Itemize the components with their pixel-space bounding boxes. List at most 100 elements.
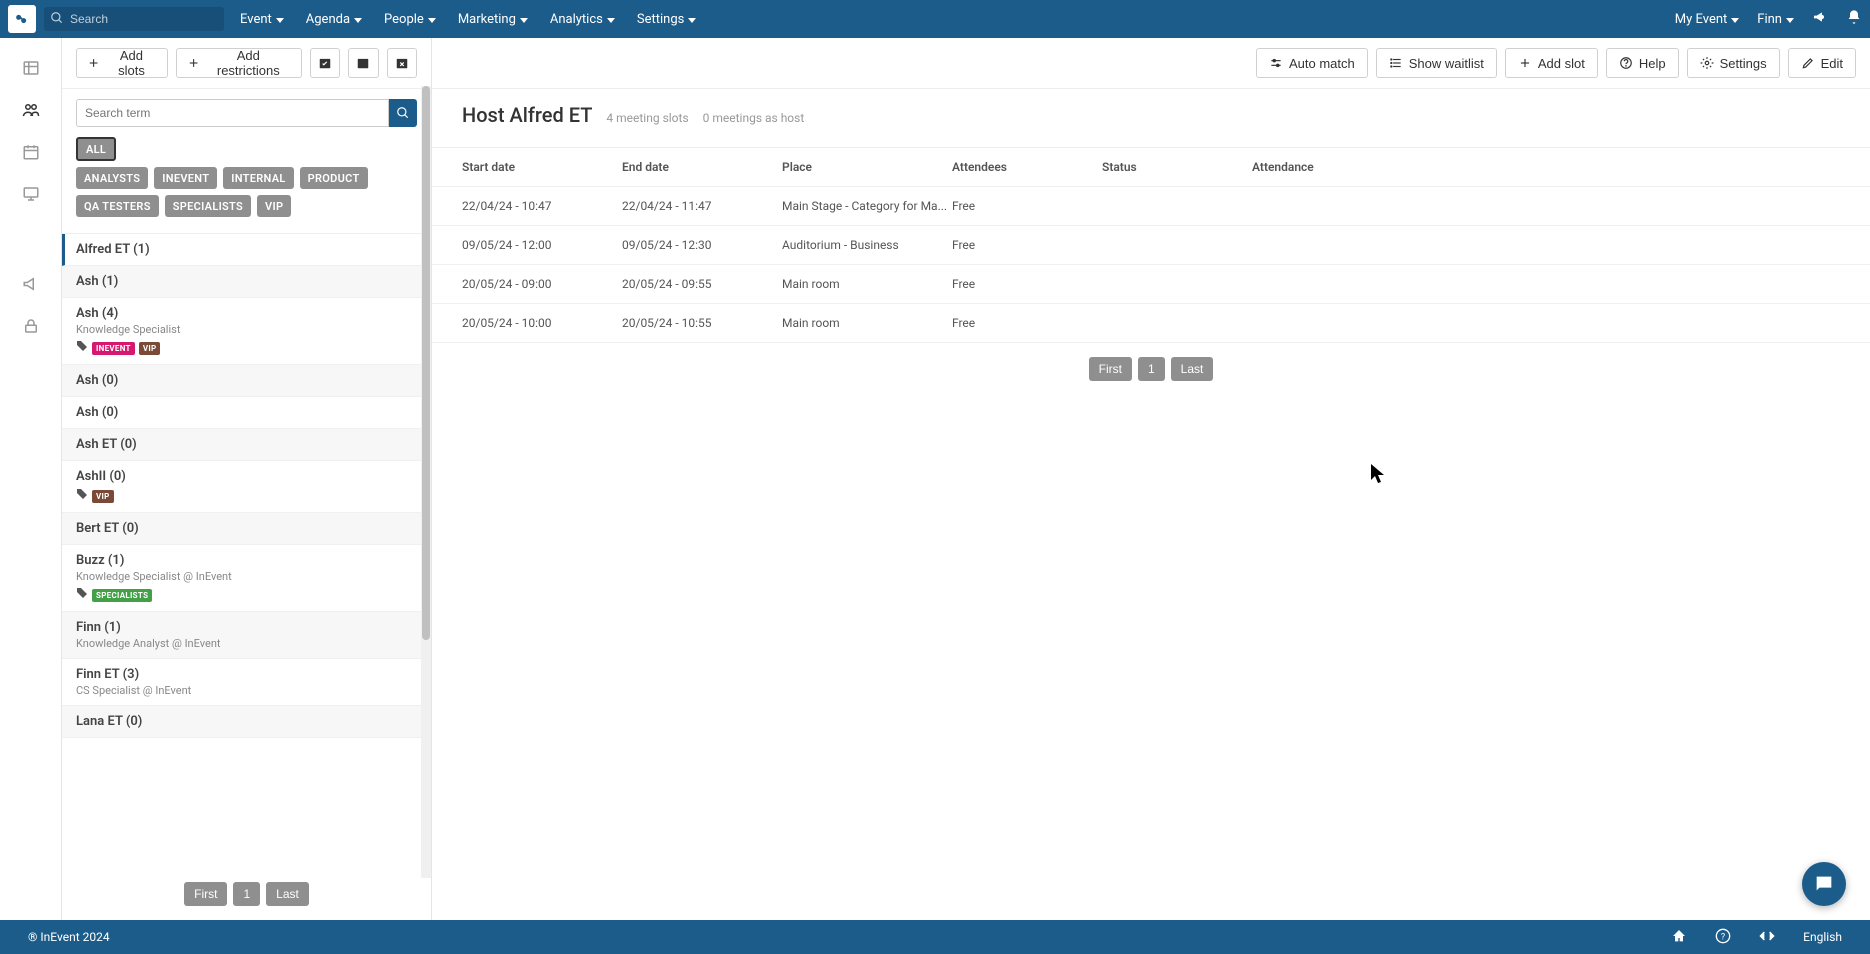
nav-settings[interactable]: Settings bbox=[637, 12, 696, 27]
person-item[interactable]: Finn (1)Knowledge Analyst @ InEvent bbox=[62, 612, 431, 659]
filter-specialists[interactable]: SPECIALISTS bbox=[165, 195, 251, 217]
nav-agenda[interactable]: Agenda bbox=[306, 12, 362, 27]
chat-bubble[interactable] bbox=[1802, 862, 1846, 906]
nav-event[interactable]: Event bbox=[240, 12, 284, 27]
svg-text:?: ? bbox=[1721, 931, 1726, 942]
footer-code-icon[interactable] bbox=[1759, 928, 1775, 947]
edit-button[interactable]: Edit bbox=[1788, 48, 1856, 78]
person-role: CS Specialist @ InEvent bbox=[76, 684, 417, 697]
person-item[interactable]: Ash ET (0) bbox=[62, 429, 431, 461]
calendar-blank-button[interactable] bbox=[348, 48, 378, 78]
plus-icon bbox=[87, 56, 100, 70]
auto-match-button[interactable]: Auto match bbox=[1256, 48, 1368, 78]
nav-people[interactable]: People bbox=[384, 12, 436, 27]
right-toolbar: Auto match Show waitlist Add slot Help S… bbox=[432, 38, 1870, 89]
filter-all[interactable]: ALL bbox=[76, 137, 116, 161]
rail-table-icon[interactable] bbox=[14, 56, 48, 80]
slots-last-button[interactable]: Last bbox=[1171, 357, 1214, 381]
people-search-input[interactable] bbox=[76, 99, 389, 127]
footer: ® InEvent 2024 ? English bbox=[0, 920, 1870, 954]
rail-monitor-icon[interactable] bbox=[14, 182, 48, 206]
cell-start: 20/05/24 - 10:00 bbox=[462, 316, 622, 330]
bell-icon[interactable] bbox=[1846, 9, 1862, 29]
person-item[interactable]: Ash (4)Knowledge SpecialistINEVENTVIP bbox=[62, 298, 431, 365]
filter-inevent[interactable]: INEVENT bbox=[154, 167, 217, 189]
col-status[interactable]: Status bbox=[1102, 160, 1252, 174]
help-button[interactable]: Help bbox=[1606, 48, 1679, 78]
detail-title: Host Alfred ET bbox=[462, 103, 592, 127]
person-tags: INEVENTVIP bbox=[76, 340, 417, 356]
announce-icon[interactable] bbox=[1812, 9, 1828, 29]
page-1-button[interactable]: 1 bbox=[233, 882, 260, 906]
add-restrictions-button[interactable]: Add restrictions bbox=[176, 48, 302, 78]
person-item[interactable]: AshII (0)VIP bbox=[62, 461, 431, 513]
col-place[interactable]: Place bbox=[782, 160, 952, 174]
footer-lang[interactable]: English bbox=[1803, 930, 1842, 944]
slots-paginator: First 1 Last bbox=[432, 343, 1870, 395]
people-search-button[interactable] bbox=[389, 99, 417, 127]
nav-marketing[interactable]: Marketing bbox=[458, 12, 528, 27]
filter-vip[interactable]: VIP bbox=[257, 195, 291, 217]
rail-lock-icon[interactable] bbox=[14, 314, 48, 338]
rail-megaphone-icon[interactable] bbox=[14, 272, 48, 296]
filter-product[interactable]: PRODUCT bbox=[300, 167, 368, 189]
person-item[interactable]: Ash (1) bbox=[62, 266, 431, 298]
add-slot-button[interactable]: Add slot bbox=[1505, 48, 1598, 78]
cell-end: 09/05/24 - 12:30 bbox=[622, 238, 782, 252]
cell-start: 09/05/24 - 12:00 bbox=[462, 238, 622, 252]
person-name: Ash ET (0) bbox=[76, 437, 417, 452]
col-attendees[interactable]: Attendees bbox=[952, 160, 1102, 174]
slots-first-button[interactable]: First bbox=[1089, 357, 1132, 381]
global-search-input[interactable] bbox=[44, 7, 224, 31]
calendar-check-button[interactable] bbox=[310, 48, 340, 78]
rail-calendar-icon[interactable] bbox=[14, 140, 48, 164]
table-row[interactable]: 20/05/24 - 09:0020/05/24 - 09:55Main roo… bbox=[432, 265, 1870, 304]
slots-page-1[interactable]: 1 bbox=[1138, 357, 1165, 381]
table-row[interactable]: 22/04/24 - 10:4722/04/24 - 11:47Main Sta… bbox=[432, 187, 1870, 226]
page-first-button[interactable]: First bbox=[184, 882, 227, 906]
page-last-button[interactable]: Last bbox=[266, 882, 309, 906]
col-start[interactable]: Start date bbox=[462, 160, 622, 174]
filter-internal[interactable]: INTERNAL bbox=[223, 167, 293, 189]
filter-analysts[interactable]: ANALYSTS bbox=[76, 167, 148, 189]
logo-icon bbox=[12, 9, 32, 29]
nav-analytics[interactable]: Analytics bbox=[550, 12, 615, 27]
people-list[interactable]: Alfred ET (1)Ash (1)Ash (4)Knowledge Spe… bbox=[62, 233, 431, 872]
cell-start: 20/05/24 - 09:00 bbox=[462, 277, 622, 291]
calendar-remove-button[interactable] bbox=[387, 48, 417, 78]
my-event-dropdown[interactable]: My Event bbox=[1675, 12, 1740, 27]
filter-qatesters[interactable]: QA TESTERS bbox=[76, 195, 159, 217]
person-item[interactable]: Buzz (1)Knowledge Specialist @ InEventSP… bbox=[62, 545, 431, 612]
table-row[interactable]: 20/05/24 - 10:0020/05/24 - 10:55Main roo… bbox=[432, 304, 1870, 343]
chevron-down-icon bbox=[607, 18, 615, 23]
logo[interactable] bbox=[8, 5, 36, 33]
person-item[interactable]: Ash (0) bbox=[62, 397, 431, 429]
person-item[interactable]: Lana ET (0) bbox=[62, 706, 431, 738]
help-icon bbox=[1619, 56, 1633, 70]
chevron-down-icon bbox=[276, 18, 284, 23]
person-item[interactable]: Alfred ET (1) bbox=[62, 234, 431, 266]
user-dropdown[interactable]: Finn bbox=[1757, 12, 1794, 27]
table-row[interactable]: 09/05/24 - 12:0009/05/24 - 12:30Auditori… bbox=[432, 226, 1870, 265]
cell-place: Main room bbox=[782, 316, 952, 330]
col-end[interactable]: End date bbox=[622, 160, 782, 174]
chat-icon bbox=[1813, 873, 1835, 895]
cell-end: 22/04/24 - 11:47 bbox=[622, 199, 782, 213]
footer-help-icon[interactable]: ? bbox=[1715, 928, 1731, 947]
person-item[interactable]: Ash (0) bbox=[62, 365, 431, 397]
footer-home-icon[interactable] bbox=[1671, 928, 1687, 947]
cell-end: 20/05/24 - 09:55 bbox=[622, 277, 782, 291]
person-item[interactable]: Bert ET (0) bbox=[62, 513, 431, 545]
rail-people-icon[interactable] bbox=[14, 98, 48, 122]
show-waitlist-button[interactable]: Show waitlist bbox=[1376, 48, 1497, 78]
scrollbar[interactable] bbox=[421, 86, 431, 878]
person-item[interactable]: Finn ET (3)CS Specialist @ InEvent bbox=[62, 659, 431, 706]
add-slots-button[interactable]: Add slots bbox=[76, 48, 168, 78]
tag-icon bbox=[76, 587, 88, 603]
table-header: Start date End date Place Attendees Stat… bbox=[432, 147, 1870, 187]
settings-button[interactable]: Settings bbox=[1687, 48, 1780, 78]
calendar-check-icon bbox=[318, 56, 332, 70]
person-name: Lana ET (0) bbox=[76, 714, 417, 729]
person-name: AshII (0) bbox=[76, 469, 417, 484]
col-attendance[interactable]: Attendance bbox=[1252, 160, 1432, 174]
